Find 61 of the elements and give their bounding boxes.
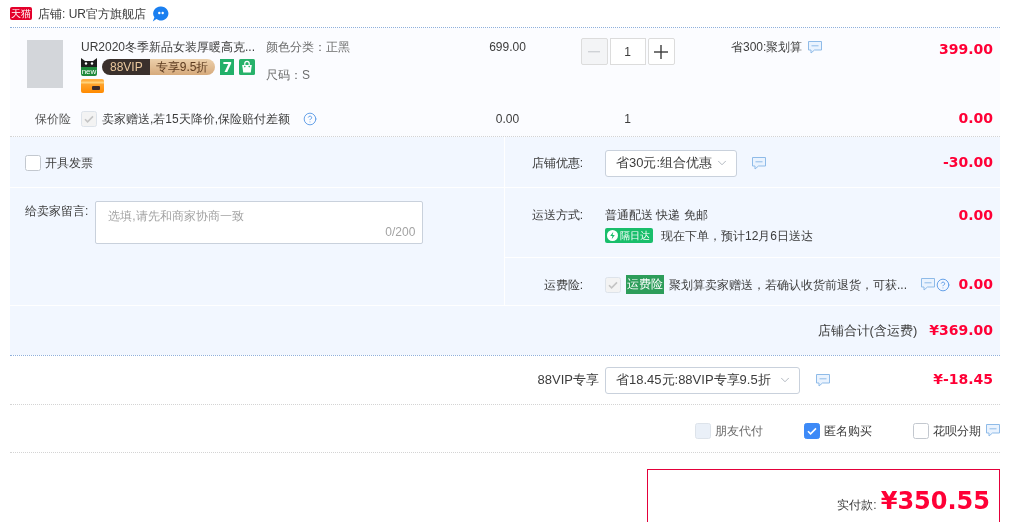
shop-title: 店铺: UR官方旗舰店 xyxy=(38,6,146,21)
insurance-subtotal: 0.00 xyxy=(958,111,993,127)
promotion-text: 省300:聚划算 xyxy=(731,40,803,54)
product-attribute: 颜色分类：正黑 xyxy=(266,40,350,54)
option-label: 朋友代付 xyxy=(715,423,763,438)
chat-icon[interactable] xyxy=(808,40,823,54)
card-icon xyxy=(81,79,104,93)
option-checkbox[interactable] xyxy=(913,422,929,439)
invoice-label: 开具发票 xyxy=(45,156,93,170)
chat-icon[interactable] xyxy=(986,424,1000,437)
discount-label: 店铺优惠: xyxy=(531,156,583,170)
discount-select[interactable]: 省30元:组合优惠 xyxy=(605,149,737,177)
new-tag: new xyxy=(81,67,97,76)
freight-insurance-label: 运费险: xyxy=(543,277,583,292)
chat-bubble-icon[interactable] xyxy=(152,5,169,22)
increase-button[interactable] xyxy=(647,38,675,65)
insurance-price: 0.00 xyxy=(495,112,520,126)
chat-icon[interactable] xyxy=(921,278,936,291)
payment-amount: ¥350.55 xyxy=(880,488,990,515)
item-subtotal: 399.00 xyxy=(938,42,993,58)
shipping-label: 运送方式: xyxy=(531,208,583,222)
plus-icon xyxy=(654,44,668,59)
option-label: 匿名购买 xyxy=(824,423,872,438)
vip-discount-tag: 专享9.5折 xyxy=(149,59,216,75)
vip-tag: 88VIP xyxy=(102,59,150,75)
platform-logo: 天猫 xyxy=(10,7,32,20)
vip-select[interactable]: 省18.45元:88VIP专享9.5折 xyxy=(605,366,800,394)
option-checkbox[interactable] xyxy=(804,422,820,439)
freight-insurance-text: 聚划算卖家赠送，若确认收货前退货，可获... xyxy=(669,277,907,292)
minus-icon xyxy=(588,50,600,53)
quantity-field[interactable]: 1 xyxy=(609,38,646,65)
invoice-checkbox[interactable] xyxy=(25,155,41,171)
discount-amount: -30.00 xyxy=(942,155,993,171)
cat-head-icon xyxy=(81,58,97,67)
chat-icon[interactable] xyxy=(816,373,830,387)
freight-insurance-amount: 0.00 xyxy=(958,276,993,293)
payment-label: 实付款: xyxy=(837,497,877,514)
product-attribute: 尺码：S xyxy=(266,68,310,82)
shop-total-amount: ¥369.00 xyxy=(929,322,993,339)
chat-icon[interactable] xyxy=(752,156,766,170)
vip-label: 88VIP专享 xyxy=(537,371,599,389)
shopping-bag-icon xyxy=(239,59,256,75)
option-label: 花呗分期 xyxy=(933,423,981,438)
photo-placeholder xyxy=(27,40,63,88)
help-icon[interactable] xyxy=(936,277,951,292)
insurance-text: 卖家赠送,若15天降价,保险赔付差额 xyxy=(102,112,290,126)
shipping-method: 普通配送 快递 免邮 xyxy=(605,208,708,222)
shop-total-label: 店铺合计(含运费) xyxy=(817,323,918,338)
delivery-label: 隔日达 xyxy=(620,228,650,243)
insurance-quantity: 1 xyxy=(624,112,631,126)
return-days-badge: 7 xyxy=(220,59,235,75)
message-label: 给卖家留言: xyxy=(25,204,89,218)
vip-amount: ¥-18.45 xyxy=(933,372,993,388)
character-counter: 0/200 xyxy=(385,225,416,239)
product-title[interactable]: UR2020冬季新品女装厚暖高克... xyxy=(81,40,256,54)
insurance-tag: 运费险 xyxy=(626,275,664,294)
delivery-estimate: 现在下单，预计12月6日送达 xyxy=(661,228,814,243)
insurance-label: 保价险 xyxy=(35,112,71,126)
shipping-amount: 0.00 xyxy=(958,208,993,224)
unit-price: 699.00 xyxy=(489,40,526,54)
help-icon[interactable] xyxy=(303,112,317,126)
